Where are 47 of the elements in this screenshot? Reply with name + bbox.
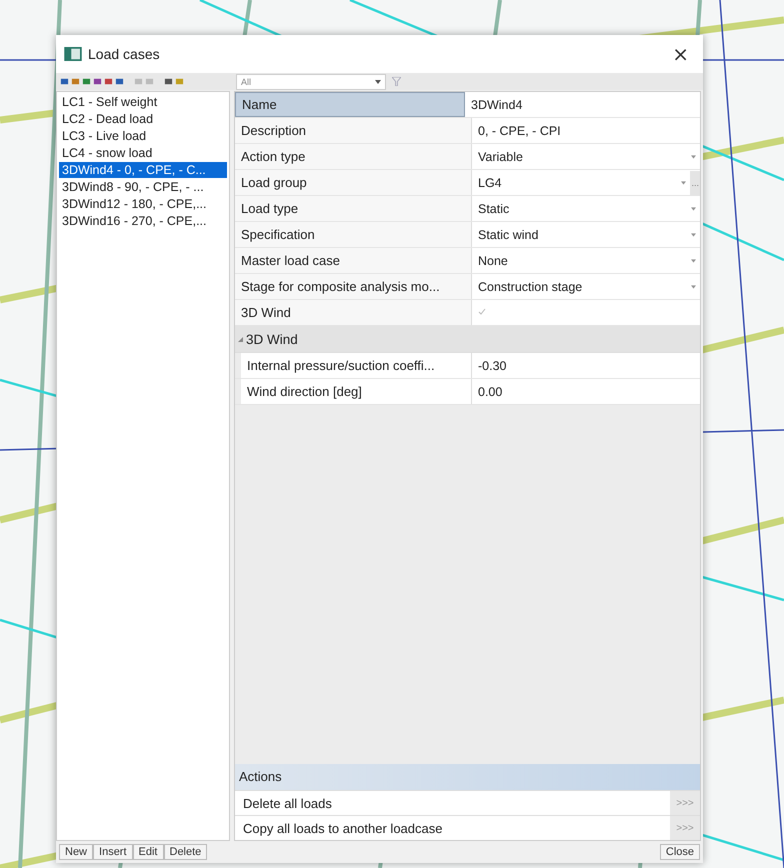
list-item[interactable]: 3DWind12 - 180, - CPE,... xyxy=(59,196,227,212)
list-item[interactable]: 3DWind4 - 0, - CPE, - C... xyxy=(59,162,227,178)
close-button[interactable]: Close xyxy=(660,844,700,860)
property-value[interactable]: LG4 xyxy=(478,176,682,190)
list-item[interactable]: LC2 - Dead load xyxy=(59,111,227,127)
filter-dropdown[interactable]: All xyxy=(236,74,386,90)
action-label: Delete all loads xyxy=(242,796,333,810)
property-label: Master load case xyxy=(235,248,472,273)
caret-icon[interactable] xyxy=(691,154,696,158)
more-button[interactable]: ... xyxy=(690,170,700,194)
caret-icon xyxy=(375,80,381,84)
list-item[interactable]: LC4 - snow load xyxy=(59,145,227,161)
toolbar-button[interactable]: Edit xyxy=(132,844,164,860)
section-header: Actions xyxy=(235,764,700,790)
toolbar-button[interactable]: Delete xyxy=(164,844,208,860)
property-label: Action type xyxy=(235,144,472,169)
property-label: Description xyxy=(235,118,472,143)
list-item[interactable]: LC3 - Live load xyxy=(59,128,227,144)
property-label: Specification xyxy=(235,222,472,247)
caret-icon[interactable] xyxy=(691,232,696,236)
window-icon xyxy=(64,47,82,61)
list-item[interactable]: 3DWind16 - 270, - CPE,... xyxy=(59,213,227,229)
close-button[interactable]: × xyxy=(666,42,695,66)
list-item[interactable]: LC1 - Self weight xyxy=(59,94,227,110)
caret-icon[interactable] xyxy=(691,258,696,262)
property-label: 3D Wind xyxy=(235,300,472,325)
list-item[interactable]: 3DWind8 - 90, - CPE, - ... xyxy=(59,179,227,195)
group-header: 3D Wind xyxy=(246,332,298,346)
property-label: Name xyxy=(235,92,465,117)
property-value: 3DWind4 xyxy=(471,98,522,112)
window-title: Load cases xyxy=(88,46,161,62)
property-label: Stage for composite analysis mo... xyxy=(235,274,472,299)
property-label: Wind direction [deg] xyxy=(241,379,472,404)
property-value: 0, - CPE, - CPI xyxy=(478,124,561,138)
action-label: Copy all loads to another loadcase xyxy=(242,820,444,836)
caret-icon[interactable] xyxy=(691,284,696,288)
property-value: -0.30 xyxy=(478,358,506,372)
property-label: Internal pressure/suction coeffi... xyxy=(241,353,472,378)
collapse-icon[interactable] xyxy=(238,336,243,342)
filter-icon[interactable] xyxy=(392,77,401,86)
property-label: Load group xyxy=(235,170,472,195)
caret-icon[interactable] xyxy=(681,180,686,184)
caret-icon[interactable] xyxy=(691,206,696,210)
property-label: Load type xyxy=(235,196,472,221)
property-value: 0.00 xyxy=(478,384,502,398)
toolbar-button[interactable]: New xyxy=(59,844,94,860)
toolbar-button[interactable]: Insert xyxy=(93,844,133,860)
